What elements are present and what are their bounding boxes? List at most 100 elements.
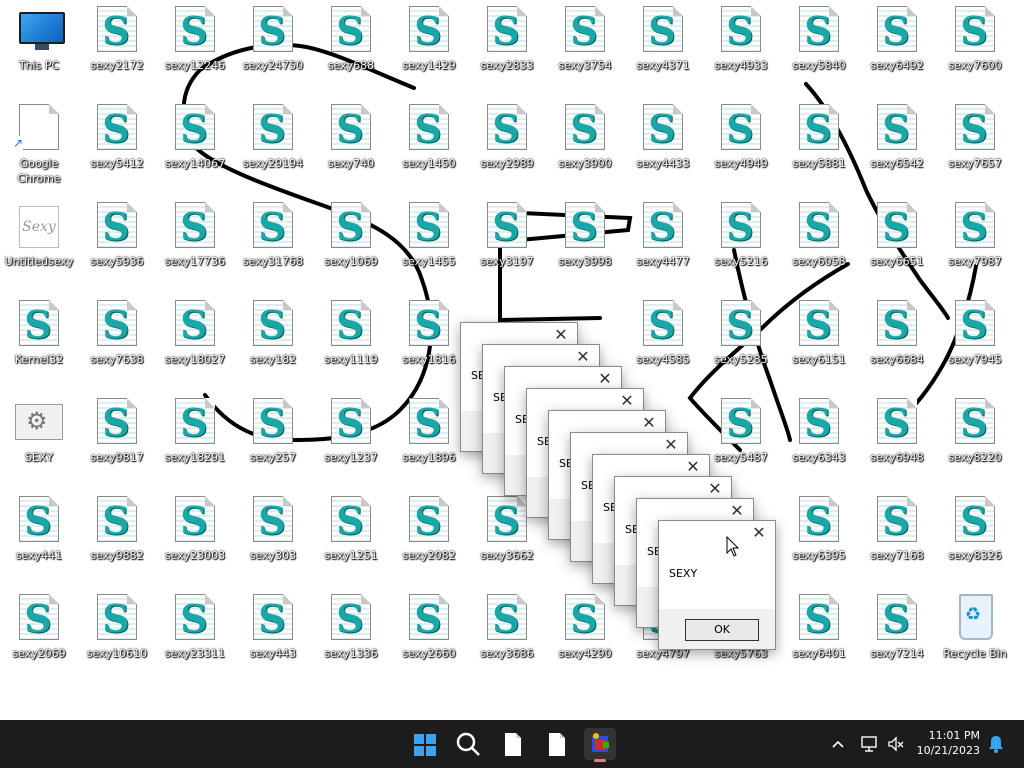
desktop-icon-sexy1429[interactable]: Ssexy1429: [390, 0, 468, 96]
desktop-icon-sexy8220[interactable]: Ssexy8220: [936, 392, 1014, 488]
desktop-icon-sexy3998[interactable]: Ssexy3998: [546, 196, 624, 292]
desktop-icon-sexy5216[interactable]: Ssexy5216: [702, 196, 780, 292]
desktop-icon-sexy6395[interactable]: Ssexy6395: [780, 490, 858, 586]
ok-button[interactable]: OK: [685, 619, 759, 641]
desktop-icon-sexy441[interactable]: Ssexy441: [0, 490, 78, 586]
close-icon[interactable]: ✕: [573, 347, 593, 367]
close-icon[interactable]: ✕: [749, 523, 769, 543]
desktop-icon-sexy9882[interactable]: Ssexy9882: [78, 490, 156, 586]
desktop-icon-sexy17736[interactable]: Ssexy17736: [156, 196, 234, 292]
message-box-dialog[interactable]: ✕ SEXY OK: [658, 520, 776, 650]
desktop-icon-sexy14067[interactable]: Ssexy14067: [156, 98, 234, 194]
desktop-icon-sexy31768[interactable]: Ssexy31768: [234, 196, 312, 292]
desktop-icon-sexy4585[interactable]: Ssexy4585: [624, 294, 702, 390]
desktop-icon-sexy4933[interactable]: Ssexy4933: [702, 0, 780, 96]
desktop-icon-sexy7214[interactable]: Ssexy7214: [858, 588, 936, 684]
desktop-icon-sexy4433[interactable]: Ssexy4433: [624, 98, 702, 194]
desktop-icon-sexy4477[interactable]: Ssexy4477: [624, 196, 702, 292]
desktop-icon-sexy4290[interactable]: Ssexy4290: [546, 588, 624, 684]
desktop-icon-sexy8326[interactable]: Ssexy8326: [936, 490, 1014, 586]
desktop-icon-sexy688[interactable]: Ssexy688: [312, 0, 390, 96]
close-icon[interactable]: ✕: [617, 391, 637, 411]
desktop-icon-sexy6401[interactable]: Ssexy6401: [780, 588, 858, 684]
desktop-icon-sexy6542[interactable]: Ssexy6542: [858, 98, 936, 194]
desktop-icon-untitledsexy[interactable]: Sexy Untitledsexy: [0, 196, 78, 292]
desktop-icon-sexy5881[interactable]: Ssexy5881: [780, 98, 858, 194]
desktop-icon-sexy1237[interactable]: Ssexy1237: [312, 392, 390, 488]
desktop-icon-sexy2069[interactable]: Ssexy2069: [0, 588, 78, 684]
close-icon[interactable]: ✕: [705, 479, 725, 499]
network-icon[interactable]: [860, 734, 880, 754]
close-icon[interactable]: ✕: [683, 457, 703, 477]
taskbar-malware-app-button[interactable]: [584, 728, 616, 762]
desktop-icon-sexy6343[interactable]: Ssexy6343: [780, 392, 858, 488]
start-button[interactable]: [408, 728, 440, 760]
taskbar-file-button-2[interactable]: [540, 728, 572, 760]
desktop-icon-sexy3900[interactable]: Ssexy3900: [546, 98, 624, 194]
desktop-icon-sexy5285[interactable]: Ssexy5285: [702, 294, 780, 390]
desktop-icon-sexy1251[interactable]: Ssexy1251: [312, 490, 390, 586]
desktop-icon-sexy5487[interactable]: Ssexy5487: [702, 392, 780, 488]
desktop-icon-sexy2082[interactable]: Ssexy2082: [390, 490, 468, 586]
desktop-icon-sexy740[interactable]: Ssexy740: [312, 98, 390, 194]
taskbar-file-button-1[interactable]: [496, 728, 528, 760]
desktop-icon-sexy1336[interactable]: Ssexy1336: [312, 588, 390, 684]
desktop-icon-sexy443[interactable]: Ssexy443: [234, 588, 312, 684]
desktop-icon-sexy7168[interactable]: Ssexy7168: [858, 490, 936, 586]
desktop-icon-sexy2660[interactable]: Ssexy2660: [390, 588, 468, 684]
desktop-icon-sexy7638[interactable]: Ssexy7638: [78, 294, 156, 390]
chevron-up-icon[interactable]: [830, 736, 846, 752]
desktop-icon-sexy6151[interactable]: Ssexy6151: [780, 294, 858, 390]
desktop-icon-sexy257[interactable]: Ssexy257: [234, 392, 312, 488]
desktop-icon-sexy18291[interactable]: Ssexy18291: [156, 392, 234, 488]
desktop-icon-sexy3197[interactable]: Ssexy3197: [468, 196, 546, 292]
desktop-icon-sexy2833[interactable]: Ssexy2833: [468, 0, 546, 96]
taskbar-clock[interactable]: 11:01 PM 10/21/2023: [900, 728, 980, 758]
close-icon[interactable]: ✕: [661, 435, 681, 455]
desktop-icon-sexy18027[interactable]: Ssexy18027: [156, 294, 234, 390]
desktop-icon-kernel32[interactable]: S Kernel32: [0, 294, 78, 390]
desktop-icon-sexy6684[interactable]: Ssexy6684: [858, 294, 936, 390]
desktop-icon-sexy12246[interactable]: Ssexy12246: [156, 0, 234, 96]
desktop-icon-sexy10610[interactable]: Ssexy10610: [78, 588, 156, 684]
desktop-icon-sexy23003[interactable]: Ssexy23003: [156, 490, 234, 586]
desktop-icon-recycle-bin[interactable]: ♻ Recycle Bin: [936, 588, 1014, 684]
close-icon[interactable]: ✕: [551, 325, 571, 345]
desktop-icon-sexy3686[interactable]: Ssexy3686: [468, 588, 546, 684]
desktop-icon-sexy2989[interactable]: Ssexy2989: [468, 98, 546, 194]
desktop-icon-sexy7945[interactable]: Ssexy7945: [936, 294, 1014, 390]
desktop-icon-sexy7600[interactable]: Ssexy7600: [936, 0, 1014, 96]
desktop-icon-sexy1450[interactable]: Ssexy1450: [390, 98, 468, 194]
desktop-icon-sexy6058[interactable]: Ssexy6058: [780, 196, 858, 292]
dialog-title-bar[interactable]: ✕: [659, 521, 775, 549]
desktop-icon-sexy5840[interactable]: Ssexy5840: [780, 0, 858, 96]
desktop-icon-sexy5412[interactable]: Ssexy5412: [78, 98, 156, 194]
desktop-icon-sexy1455[interactable]: Ssexy1455: [390, 196, 468, 292]
close-icon[interactable]: ✕: [639, 413, 659, 433]
desktop-icon-sexy7657[interactable]: Ssexy7657: [936, 98, 1014, 194]
desktop-icon-this-pc[interactable]: This PC: [0, 0, 78, 96]
search-button[interactable]: [452, 728, 484, 760]
desktop-icon-sexy2172[interactable]: Ssexy2172: [78, 0, 156, 96]
desktop-icon-sexy1119[interactable]: Ssexy1119: [312, 294, 390, 390]
desktop-icon-sexy1069[interactable]: Ssexy1069: [312, 196, 390, 292]
desktop-icon-sexy1816[interactable]: Ssexy1816: [390, 294, 468, 390]
desktop-icon-google-chrome[interactable]: ↗ Google Chrome: [0, 98, 78, 194]
desktop-icon-sexy1896[interactable]: Ssexy1896: [390, 392, 468, 488]
close-icon[interactable]: ✕: [727, 501, 747, 521]
desktop-icon-sexy-app[interactable]: ⚙ SEXY: [0, 392, 78, 488]
desktop-icon-sexy182[interactable]: Ssexy182: [234, 294, 312, 390]
close-icon[interactable]: ✕: [595, 369, 615, 389]
desktop-icon-sexy6651[interactable]: Ssexy6651: [858, 196, 936, 292]
desktop-icon-sexy4371[interactable]: Ssexy4371: [624, 0, 702, 96]
desktop-icon-sexy9817[interactable]: Ssexy9817: [78, 392, 156, 488]
desktop-icon-sexy23311[interactable]: Ssexy23311: [156, 588, 234, 684]
bell-icon[interactable]: [987, 734, 1005, 754]
desktop-icon-sexy6948[interactable]: Ssexy6948: [858, 392, 936, 488]
desktop-icon-sexy29194[interactable]: Ssexy29194: [234, 98, 312, 194]
desktop-icon-sexy3754[interactable]: Ssexy3754: [546, 0, 624, 96]
desktop-icon-sexy6492[interactable]: Ssexy6492: [858, 0, 936, 96]
desktop-icon-sexy24750[interactable]: Ssexy24750: [234, 0, 312, 96]
desktop-icon-sexy303[interactable]: Ssexy303: [234, 490, 312, 586]
desktop-icon-sexy5936[interactable]: Ssexy5936: [78, 196, 156, 292]
